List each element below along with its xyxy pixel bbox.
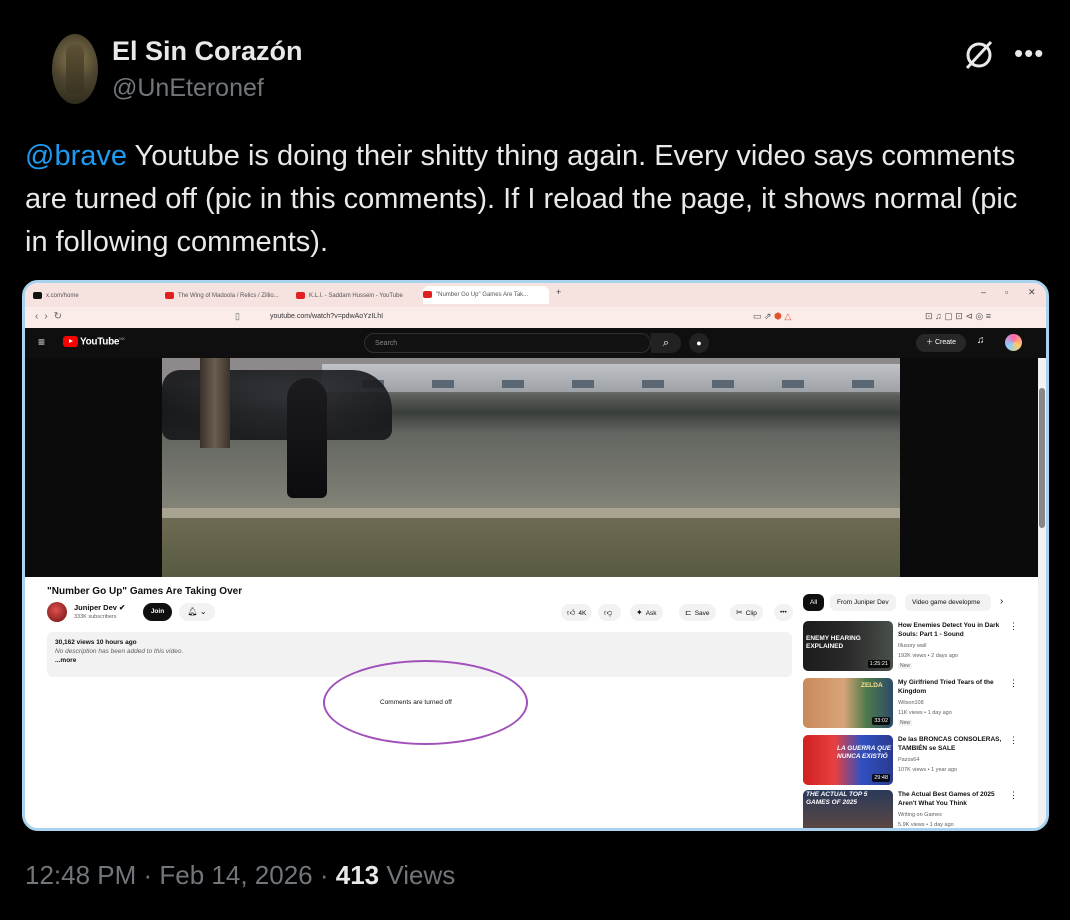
kebab-menu-icon: ⋮	[1009, 678, 1018, 688]
thumbs-down-icon: 👎︎	[604, 608, 613, 617]
like-button: 👍︎ 4K	[561, 604, 593, 621]
create-button: ＋ Create	[916, 334, 966, 352]
comments-status: Comments are turned off	[380, 699, 452, 706]
video-player	[25, 358, 1038, 577]
maximize-icon: ▫	[1005, 287, 1009, 297]
video-thumbnail: THE ACTUAL TOP 5 GAMES OF 2025	[803, 790, 893, 828]
recommended-video: THE ACTUAL TOP 5 GAMES OF 2025 The Actua…	[803, 790, 1033, 828]
chip-from-channel: From Juniper Dev	[830, 594, 896, 611]
account-avatar	[1005, 334, 1022, 351]
tweet-text: @brave Youtube is doing their shitty thi…	[25, 135, 1035, 264]
x-icon	[33, 292, 42, 299]
join-button: Join	[143, 603, 172, 621]
url-text: youtube.com/watch?v=pdwAoYzILhI	[270, 313, 384, 320]
video-curb	[162, 508, 900, 518]
notifications-bell-icon: ♫	[977, 335, 985, 346]
youtube-play-icon	[63, 336, 78, 347]
new-tab-button: +	[556, 287, 562, 297]
thumbs-up-icon: 👍︎	[567, 608, 576, 617]
search-input: Search	[364, 333, 651, 353]
ask-button: ✦ Ask	[630, 604, 663, 621]
browser-tab: The Wing of Madoola / Relics / Zillio...	[165, 289, 285, 303]
author-name[interactable]: El Sin Corazón	[112, 36, 303, 67]
save-button: ⊏ Save	[679, 604, 716, 621]
views-count: 413	[335, 860, 380, 890]
youtube-icon	[165, 292, 174, 299]
post-time[interactable]: 12:48 PM	[25, 860, 136, 890]
channel-avatar	[47, 602, 67, 622]
bookmark-icon: ▯	[235, 311, 240, 321]
attached-screenshot[interactable]: x.com/home The Wing of Madoola / Relics …	[22, 280, 1049, 831]
dislike-button: 👎︎	[598, 604, 622, 621]
browser-tab-bar: x.com/home The Wing of Madoola / Relics …	[25, 283, 1046, 307]
sparkle-icon: ✦	[636, 608, 643, 617]
kebab-menu-icon: ⋮	[1009, 735, 1018, 745]
scissors-icon: ✂	[736, 608, 743, 617]
tweet-body: Youtube is doing their shitty thing agai…	[25, 140, 1018, 258]
video-thumbnail: ZELDA 33:02	[803, 678, 893, 728]
clip-button: ✂ Clip	[730, 604, 763, 621]
more-actions-icon: •••	[774, 604, 793, 621]
youtube-header: ≡ YouTubeMX Search ⌕ ● ＋ Create ♫	[25, 328, 1046, 358]
video-car	[162, 370, 392, 440]
views-and-date: 30,162 views 10 hours ago	[55, 639, 137, 646]
description-text: No description has been added to this vi…	[55, 648, 184, 655]
youtube-logo: YouTubeMX	[63, 336, 125, 350]
chip-game-dev: Video game developme	[905, 594, 991, 611]
video-thumbnail: ENEMY HEARING EXPLAINED 1:25:21	[803, 621, 893, 671]
video-title: "Number Go Up" Games Are Taking Over	[47, 586, 243, 597]
post-date[interactable]: Feb 14, 2026	[159, 860, 312, 890]
subscribe-bell-dropdown: 🔔︎ ⌄	[179, 603, 215, 621]
video-grass	[162, 518, 900, 577]
kebab-menu-icon: ⋮	[1009, 621, 1018, 631]
recommended-video: ZELDA 33:02 My Girlfriend Tried Tears of…	[803, 678, 1033, 730]
recommended-video: LA GUERRA QUE NUNCA EXISTIÓ 29:48 De las…	[803, 735, 1033, 787]
subscriber-count: 333K subscribers	[74, 614, 117, 620]
video-tree	[200, 358, 230, 448]
save-icon: ⊏	[685, 608, 692, 617]
browser-tab-active: "Number Go Up" Games Are Tak...	[423, 286, 549, 304]
page-scrollbar	[1038, 358, 1046, 828]
address-bar: ‹›↻ ▯ youtube.com/watch?v=pdwAoYzILhI ▭ …	[25, 307, 1046, 328]
browser-tab: x.com/home	[33, 289, 153, 303]
more-options-icon[interactable]: •••	[1014, 38, 1044, 69]
video-building	[322, 364, 900, 392]
youtube-icon	[296, 292, 305, 299]
views-label: Views	[379, 860, 456, 890]
chip-all: All	[803, 594, 825, 611]
extension-icons: ▭ ⇗ ⬢ △	[753, 311, 792, 321]
toolbar-icons: ⊡ ♫ ▢ ⊡ ⊲ ◎ ≡	[925, 311, 991, 321]
post-footer: 12:48 PM · Feb 14, 2026 · 413 Views	[25, 860, 456, 890]
microphone-icon: ●	[689, 333, 709, 353]
mention-link[interactable]: @brave	[25, 140, 127, 172]
tweet-post: El Sin Corazón @UnEteronef ••• @brave Yo…	[0, 0, 1070, 920]
verified-icon: ✔	[119, 603, 126, 612]
browser-tab: K.L.I. - Saddam Hussein - YouTube	[296, 289, 421, 303]
grok-icon[interactable]	[962, 38, 996, 72]
video-thumbnail: LA GUERRA QUE NUNCA EXISTIÓ 29:48	[803, 735, 893, 785]
channel-name: Juniper Dev ✔	[74, 603, 126, 612]
recommended-video: ENEMY HEARING EXPLAINED 1:25:21 How Enem…	[803, 621, 1033, 673]
author-avatar[interactable]	[52, 34, 98, 104]
hamburger-menu-icon: ≡	[38, 335, 46, 349]
search-icon: ⌕	[651, 333, 681, 353]
video-person	[287, 378, 327, 498]
minimize-icon: –	[981, 287, 987, 297]
kebab-menu-icon: ⋮	[1009, 790, 1018, 800]
nav-buttons-icon: ‹›↻	[35, 311, 69, 322]
youtube-icon	[423, 291, 432, 298]
author-handle[interactable]: @UnEteronef	[112, 74, 264, 103]
close-icon: ✕	[1028, 287, 1036, 297]
chevron-right-icon: ›	[1000, 596, 1004, 607]
browser-screenshot: x.com/home The Wing of Madoola / Relics …	[25, 283, 1046, 828]
video-frame	[162, 358, 900, 577]
